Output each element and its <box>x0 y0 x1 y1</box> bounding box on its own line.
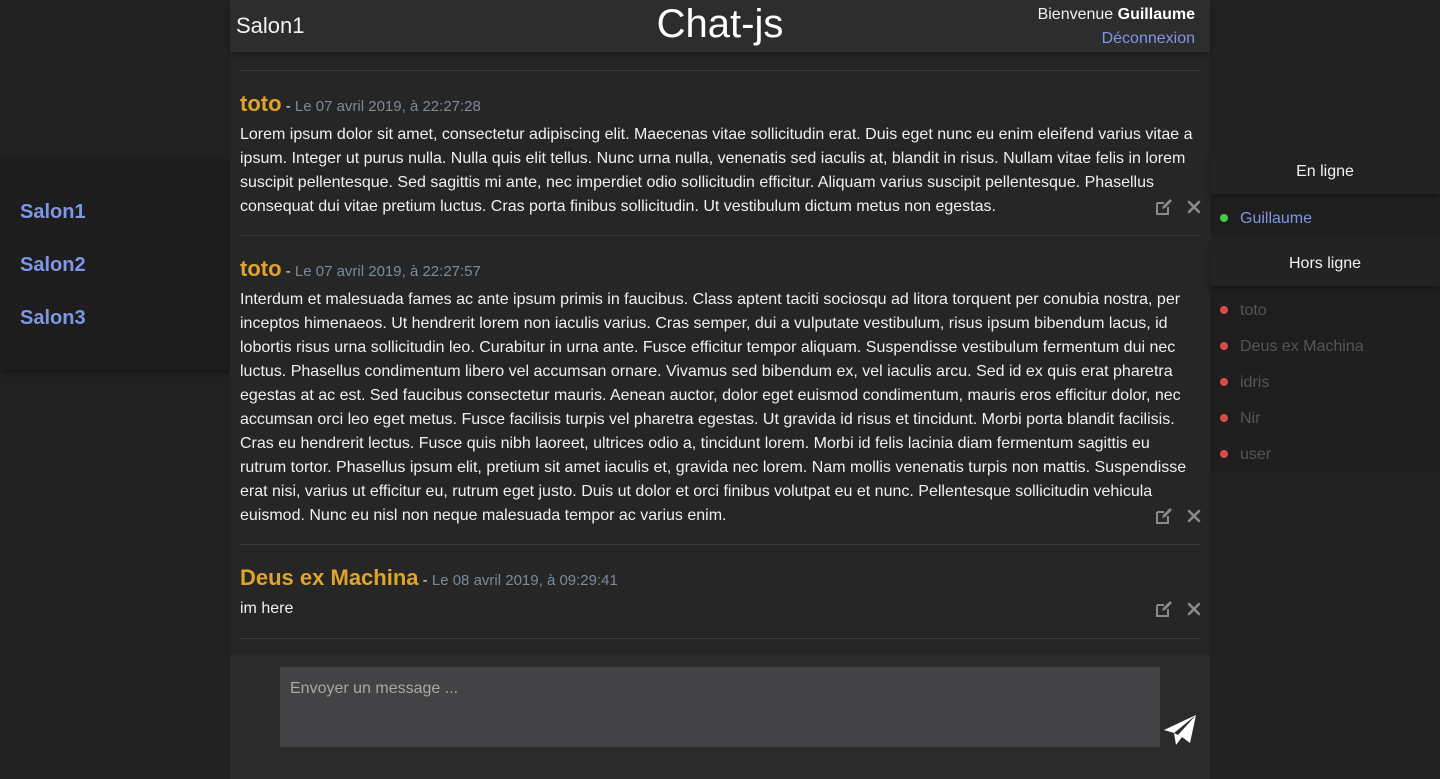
message-input[interactable] <box>280 667 1160 747</box>
message-date: Le 08 avril 2019, à 09:29:41 <box>431 572 618 589</box>
date-separator: - <box>281 263 295 280</box>
room-item-salon3[interactable]: Salon3 <box>20 307 86 330</box>
message-item: toto - Le 07 avril 2019, à 22:27:28 Lore… <box>240 70 1201 236</box>
message-text: im here <box>240 600 294 617</box>
current-username: Guillaume <box>1117 6 1195 23</box>
message-item: toto - Le 07 avril 2019, à 22:27:57 Inte… <box>240 235 1201 545</box>
date-separator: - <box>418 572 432 589</box>
message-composer <box>230 655 1210 779</box>
message-author: Deus ex Machina <box>240 565 419 590</box>
edit-icon[interactable] <box>1154 506 1174 526</box>
close-icon[interactable] <box>1184 197 1204 217</box>
message-item: Deus ex Machina - Le 08 avril 2019, à 09… <box>240 544 1201 639</box>
offline-section-title: Hors ligne <box>1210 242 1440 286</box>
user-name: idris <box>1240 374 1270 391</box>
header-bar: Salon1 Chat-js Bienvenue Guillaume Décon… <box>230 0 1210 52</box>
message-author: toto <box>240 256 282 281</box>
message-author: toto <box>240 91 282 116</box>
user-name: Nir <box>1240 410 1261 427</box>
close-icon[interactable] <box>1184 599 1204 619</box>
message-date: Le 07 avril 2019, à 22:27:28 <box>294 98 481 115</box>
online-status-dot <box>1220 214 1228 222</box>
message-header: toto - Le 07 avril 2019, à 22:27:57 <box>240 256 481 282</box>
user-item-offline[interactable]: user <box>1210 436 1440 472</box>
paper-plane-icon[interactable] <box>1162 713 1198 749</box>
room-item-salon1[interactable]: Salon1 <box>20 201 86 224</box>
online-user-list: Guillaume <box>1210 200 1440 236</box>
offline-user-list: toto Deus ex Machina idris Nir user <box>1210 292 1440 472</box>
user-name: user <box>1240 446 1272 463</box>
message-text: Lorem ipsum dolor sit amet, consectetur … <box>240 126 1193 215</box>
offline-status-dot <box>1220 450 1228 458</box>
message-text: Interdum et malesuada fames ac ante ipsu… <box>240 291 1187 524</box>
welcome-text: Bienvenue Guillaume <box>1038 6 1195 24</box>
user-name: Deus ex Machina <box>1240 338 1364 355</box>
date-separator: - <box>281 98 295 115</box>
user-name: Guillaume <box>1240 210 1313 227</box>
edit-icon[interactable] <box>1154 197 1174 217</box>
user-item-offline[interactable]: Nir <box>1210 400 1440 436</box>
user-item-offline[interactable]: idris <box>1210 364 1440 400</box>
offline-status-dot <box>1220 306 1228 314</box>
welcome-prefix: Bienvenue <box>1037 6 1114 23</box>
offline-status-dot <box>1220 378 1228 386</box>
message-header: Deus ex Machina - Le 08 avril 2019, à 09… <box>240 565 618 591</box>
user-item-online[interactable]: Guillaume <box>1210 200 1440 236</box>
close-icon[interactable] <box>1184 506 1204 526</box>
offline-status-dot <box>1220 414 1228 422</box>
chat-panel: Salon1 Chat-js Bienvenue Guillaume Décon… <box>230 0 1210 779</box>
user-name: toto <box>1240 302 1267 319</box>
online-section-title: En ligne <box>1210 150 1440 194</box>
logout-link[interactable]: Déconnexion <box>1102 30 1195 48</box>
message-header: toto - Le 07 avril 2019, à 22:27:28 <box>240 91 481 117</box>
user-item-offline[interactable]: toto <box>1210 292 1440 328</box>
message-date: Le 07 avril 2019, à 22:27:57 <box>294 263 481 280</box>
room-list: Salon1 Salon2 Salon3 <box>0 160 230 370</box>
user-item-offline[interactable]: Deus ex Machina <box>1210 328 1440 364</box>
edit-icon[interactable] <box>1154 599 1174 619</box>
room-item-salon2[interactable]: Salon2 <box>20 254 86 277</box>
offline-status-dot <box>1220 342 1228 350</box>
